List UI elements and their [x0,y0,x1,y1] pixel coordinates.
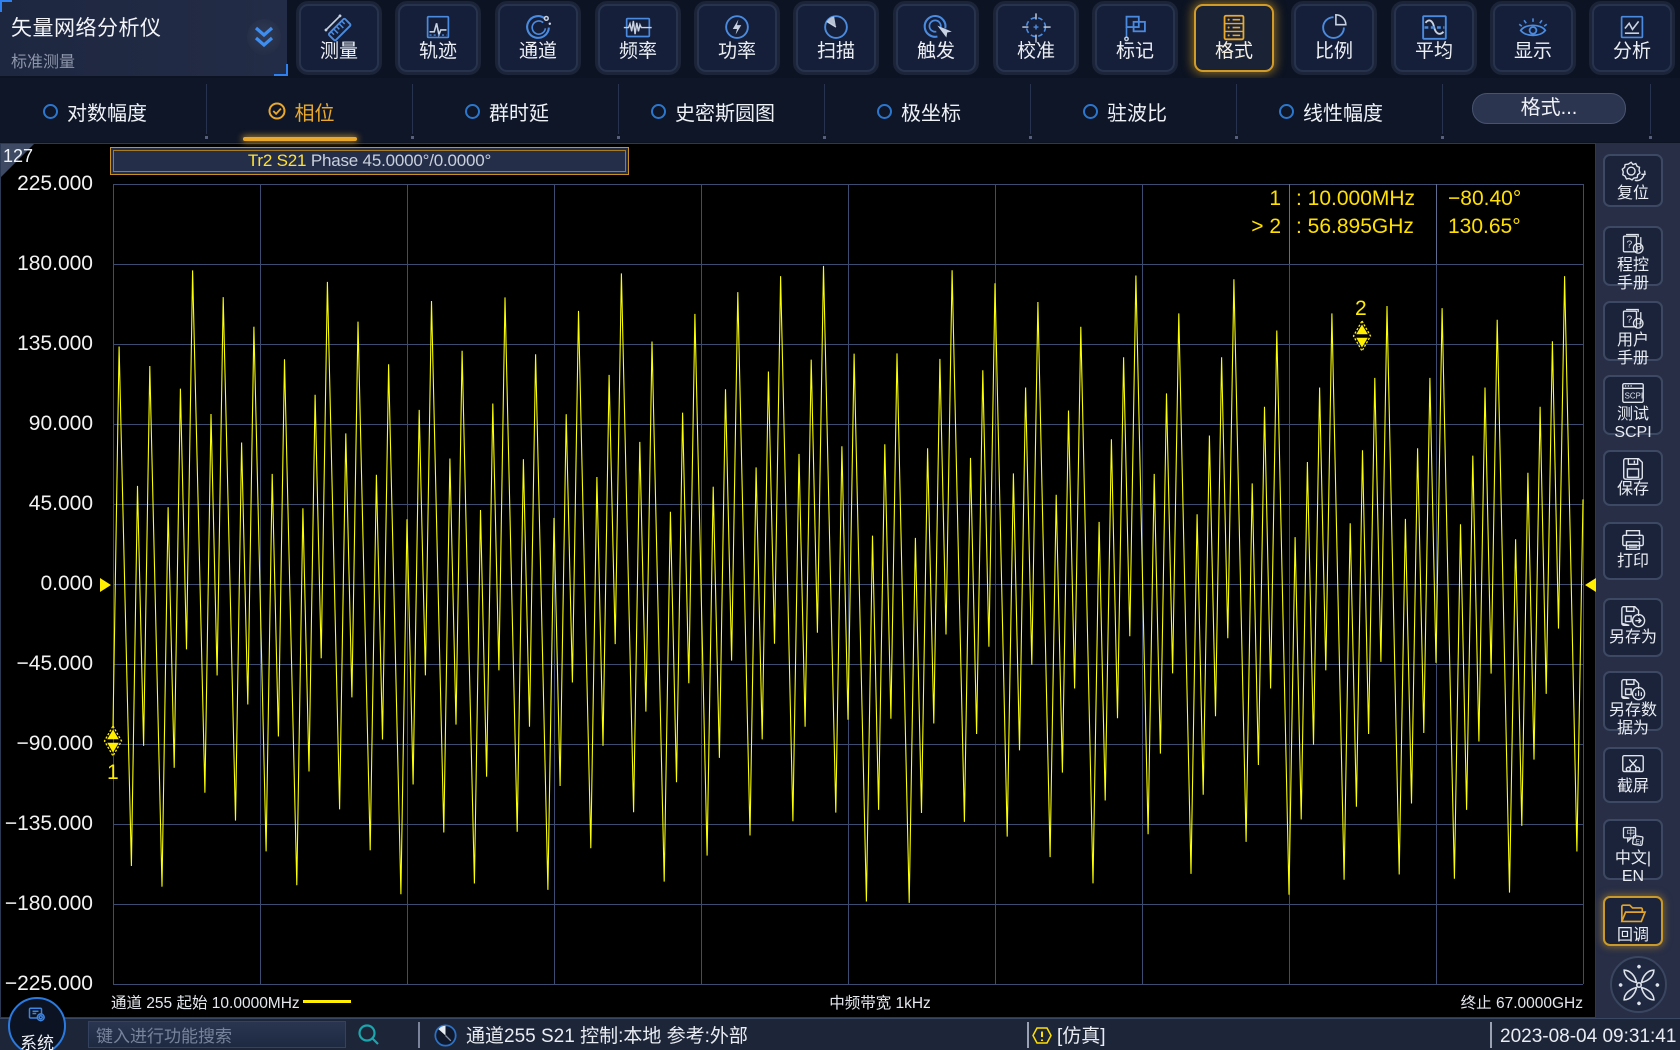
svg-text:H: H [1635,320,1641,329]
svg-text:P: P [1636,245,1641,254]
svg-text:2: 2 [1355,297,1367,320]
svg-text:SCPI: SCPI [1625,392,1643,401]
svg-text:1: 1 [107,761,119,784]
svg-text:?: ? [1627,314,1633,325]
svg-text:?: ? [1627,239,1633,250]
svg-text:En: En [1635,838,1644,846]
